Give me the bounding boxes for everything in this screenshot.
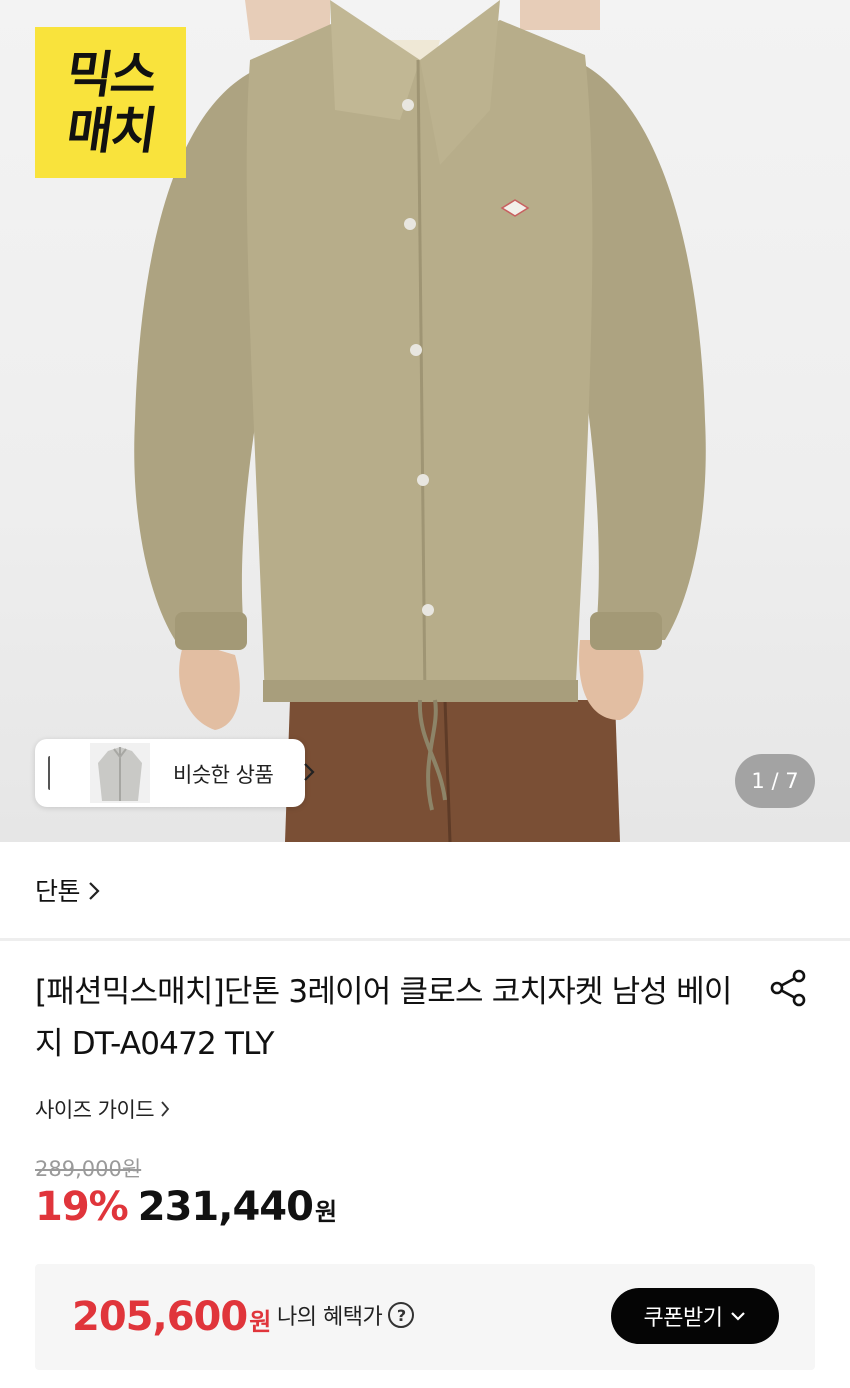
benefit-price-box: 205,600원 나의 혜택가 ? 쿠폰받기 <box>35 1264 815 1370</box>
benefit-price: 205,600원 <box>72 1294 271 1340</box>
product-image-carousel[interactable]: 믹스 매치 비슷한 상품 1 / 7 <box>0 0 850 842</box>
original-price: 289,000원 <box>35 1157 142 1181</box>
price-row: 19% 231,440 원 <box>35 1184 337 1230</box>
benefit-label: 나의 혜택가 ? <box>277 1299 415 1331</box>
question-circle-icon[interactable]: ? <box>388 1302 415 1328</box>
logo-line-1: 믹스 <box>62 45 159 104</box>
section-divider <box>0 938 850 941</box>
sale-price-currency: 원 <box>314 1198 338 1226</box>
sale-price: 231,440 <box>137 1184 314 1230</box>
mix-match-logo: 믹스 매치 <box>35 27 186 178</box>
similar-product-thumbnail <box>90 743 150 803</box>
size-guide-label: 사이즈 가이드 <box>35 1098 155 1122</box>
chevron-right-icon <box>161 1101 170 1117</box>
brand-name: 단톤 <box>35 877 81 906</box>
image-counter: 1 / 7 <box>735 754 815 808</box>
size-guide-link[interactable]: 사이즈 가이드 <box>35 1094 170 1124</box>
similar-products-label: 비슷한 상품 <box>173 763 274 787</box>
chevron-down-icon <box>731 1312 746 1321</box>
similar-products-button[interactable]: 비슷한 상품 <box>35 739 315 807</box>
share-icon[interactable] <box>768 968 808 1008</box>
thumbnail-edge <box>48 756 54 790</box>
coupon-button[interactable]: 쿠폰받기 <box>611 1288 779 1344</box>
chevron-right-icon <box>89 882 100 900</box>
logo-line-2: 매치 <box>62 101 159 160</box>
chevron-right-icon <box>304 763 315 781</box>
discount-rate: 19% <box>35 1184 129 1230</box>
brand-link[interactable]: 단톤 <box>0 842 850 938</box>
benefit-price-currency: 원 <box>249 1308 271 1336</box>
coupon-button-label: 쿠폰받기 <box>643 1306 723 1331</box>
product-title: [패션믹스매치]단톤 3레이어 클로스 코치자켓 남성 베이지 DT-A0472… <box>35 974 732 1062</box>
benefit-price-value: 205,600 <box>72 1294 248 1340</box>
benefit-label-text: 나의 혜택가 <box>277 1305 383 1330</box>
